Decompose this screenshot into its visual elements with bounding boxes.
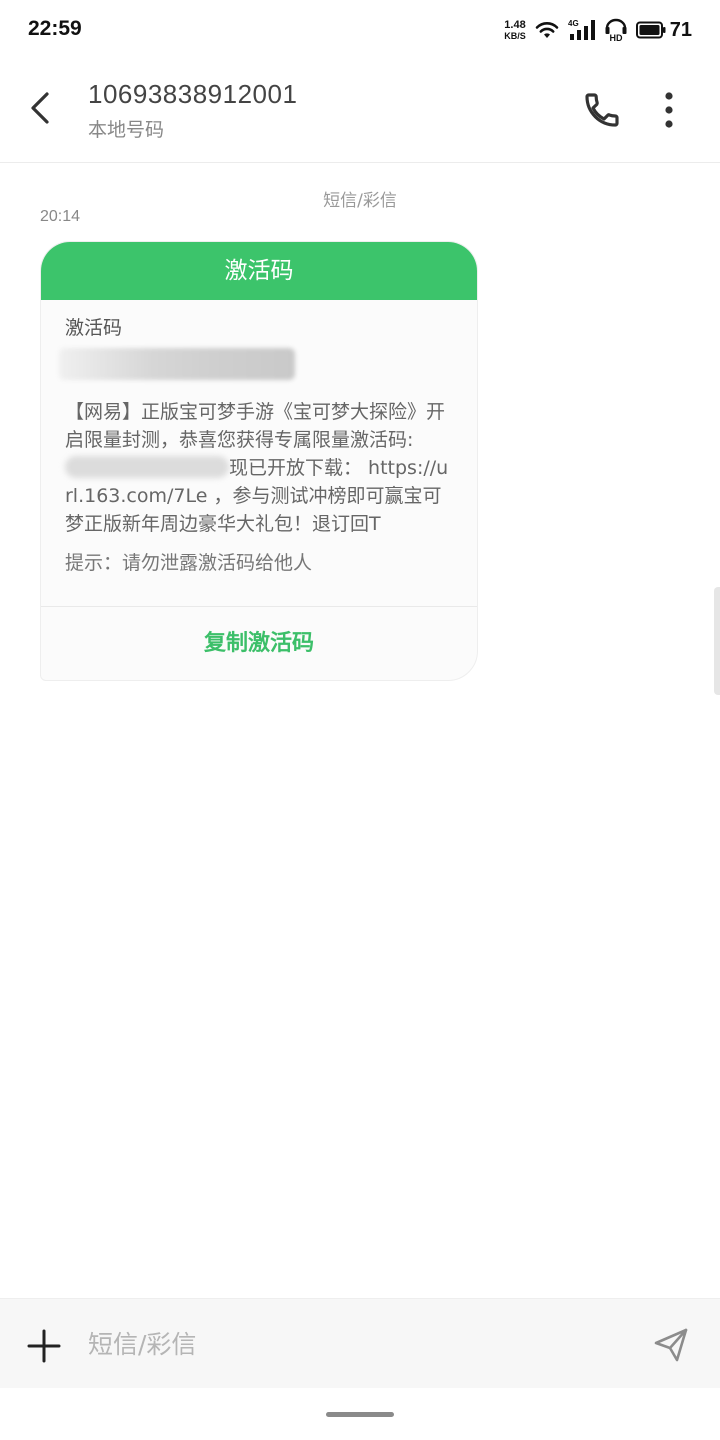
navigation-bar — [0, 1388, 720, 1440]
back-arrow-icon — [31, 92, 49, 124]
redacted-inline-code — [65, 456, 229, 478]
contact-number: 10693838912001 — [88, 79, 298, 109]
edge-scroll-handle[interactable] — [714, 587, 720, 695]
back-button[interactable] — [22, 88, 62, 128]
message-time: 20:14 — [40, 208, 81, 225]
send-icon — [654, 1328, 688, 1362]
network-type-label: 4G — [568, 19, 579, 28]
network-speed-unit: KB/S — [504, 30, 526, 41]
contact-subtitle: 本地号码 — [88, 119, 165, 141]
wifi-icon — [535, 22, 559, 38]
card-body: 激活码 【网易】正版宝可梦手游《宝可梦大探险》开启限量封测，恭喜您获得专属限量激… — [41, 300, 477, 576]
status-bar: 22:59 1.48 KB/S 4G HD 71 — [0, 0, 720, 60]
hd-voice-icon: HD — [605, 18, 627, 42]
phone-icon — [585, 93, 619, 127]
network-speed-value: 1.48 — [504, 18, 526, 31]
more-vertical-icon — [665, 92, 673, 128]
activation-code-card: 激活码 激活码 【网易】正版宝可梦手游《宝可梦大探险》开启限量封测，恭喜您获得专… — [40, 241, 478, 681]
copy-code-button[interactable]: 复制激活码 — [41, 607, 477, 680]
redacted-code — [59, 348, 295, 380]
channel-label: 短信/彩信 — [323, 191, 397, 211]
code-label: 激活码 — [65, 317, 123, 339]
status-time: 22:59 — [28, 17, 82, 40]
call-button[interactable] — [582, 90, 622, 130]
battery-icon — [635, 21, 666, 39]
status-icons: 1.48 KB/S 4G HD 71 — [504, 14, 692, 46]
messaging-screen: 22:59 1.48 KB/S 4G HD 71 10693838912001 … — [0, 0, 720, 1440]
home-gesture-handle[interactable] — [326, 1412, 394, 1417]
security-tip: 提示：请勿泄露激活码给他人 — [65, 552, 313, 574]
attach-button[interactable] — [26, 1328, 62, 1364]
conversation-header: 10693838912001 本地号码 — [0, 60, 720, 163]
battery: 71 — [635, 18, 692, 42]
message-input[interactable] — [88, 1321, 608, 1367]
message-text: 【网易】正版宝可梦手游《宝可梦大探险》开启限量封测，恭喜您获得专属限量激活码:现… — [65, 398, 453, 538]
card-title: 激活码 — [41, 242, 477, 300]
more-options-button[interactable] — [652, 88, 686, 132]
cellular-signal-icon: 4G — [568, 19, 595, 40]
send-button[interactable] — [652, 1326, 690, 1364]
battery-percent: 71 — [669, 18, 692, 41]
message-text-part1: 【网易】正版宝可梦手游《宝可梦大探险》开启限量封测，恭喜您获得专属限量激活码: — [65, 401, 446, 451]
plus-icon — [27, 1329, 61, 1363]
network-speed: 1.48 KB/S — [504, 18, 526, 41]
compose-bar — [0, 1298, 720, 1389]
hd-label: HD — [609, 33, 622, 42]
